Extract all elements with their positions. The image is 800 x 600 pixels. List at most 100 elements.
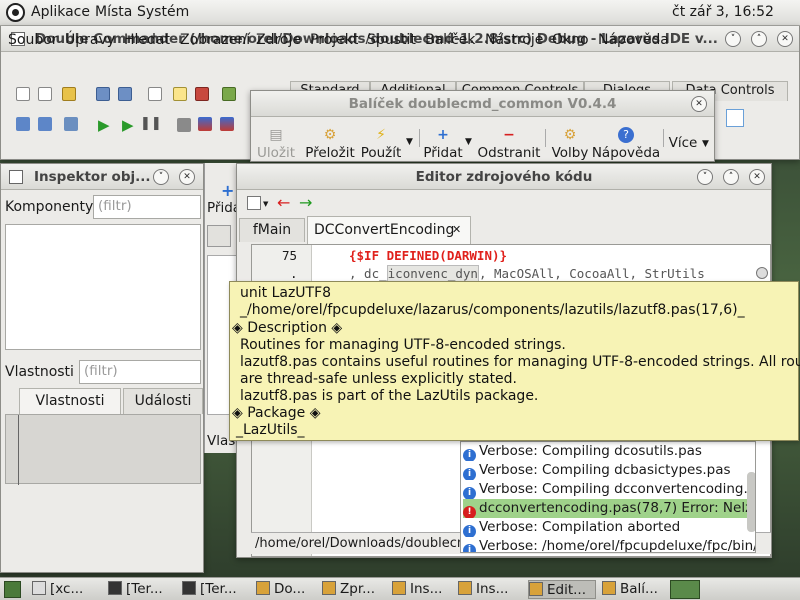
property-grid[interactable] xyxy=(5,414,201,485)
open-folder-icon[interactable] xyxy=(62,87,76,101)
step-into-icon[interactable] xyxy=(198,117,212,131)
remove-package-button[interactable]: − Odstranit xyxy=(477,127,541,161)
components-filter-input[interactable]: (filtr) xyxy=(93,195,201,219)
use-dropdown-icon[interactable]: ▼ xyxy=(406,137,413,147)
inspector-window-icon xyxy=(9,170,23,184)
use-package-button[interactable]: ⚡ Použít xyxy=(359,127,403,161)
new-file-icon[interactable] xyxy=(16,87,30,101)
message-row[interactable]: i Verbose: /home/orel/fpcupdeluxe/fpc/bin… xyxy=(463,537,755,552)
task-item-double-commander[interactable]: Do... xyxy=(256,580,316,599)
save-package-button[interactable]: ▤ Uložit xyxy=(255,127,297,161)
lazarus-task-icon xyxy=(392,581,406,595)
menu-window[interactable]: Okno xyxy=(552,32,589,48)
run-with-debug-icon[interactable]: ▶ xyxy=(98,116,110,134)
message-row[interactable]: i Verbose: Compiling dcbasictypes.pas xyxy=(463,461,755,480)
gnome-foot-icon[interactable] xyxy=(6,3,25,22)
task-item-package[interactable]: Balí... xyxy=(602,580,666,599)
more-dropdown-icon[interactable]: ▼ xyxy=(702,139,709,149)
info-icon: i xyxy=(463,449,476,461)
palette-component-icon[interactable] xyxy=(726,109,744,127)
new-form-icon[interactable] xyxy=(38,87,52,101)
options-gear-icon[interactable] xyxy=(64,117,78,131)
inspector-minimize-icon[interactable]: ˅ xyxy=(153,169,169,185)
view-units-icon[interactable] xyxy=(16,117,30,131)
folder-button[interactable] xyxy=(207,225,231,247)
menu-package[interactable]: Balíček xyxy=(425,32,475,48)
task-label: Ins... xyxy=(410,581,443,597)
inspector-close-icon[interactable]: ✕ xyxy=(179,169,195,185)
menu-project[interactable]: Projekt xyxy=(310,32,358,48)
toggle-form-icon[interactable] xyxy=(148,87,162,101)
palette-icon[interactable] xyxy=(222,87,236,101)
code-uses-rest: , MacOSAll, CocoaAll, StrUtils xyxy=(478,266,705,281)
find-icon[interactable] xyxy=(173,87,187,101)
message-row[interactable]: i Verbose: Compiling dcconvertencoding.pa… xyxy=(463,480,755,499)
hint-package-link[interactable]: _LazUtils_ xyxy=(236,422,305,438)
tab-close-icon[interactable]: ✕ xyxy=(452,217,461,243)
more-button[interactable]: Více xyxy=(665,135,701,151)
menu-applications[interactable]: Aplikace xyxy=(31,4,90,20)
message-row[interactable]: i Verbose: Compiling dcosutils.pas xyxy=(463,442,755,461)
menu-tools[interactable]: Nástroje xyxy=(485,32,543,48)
save-all-icon[interactable] xyxy=(118,87,132,101)
tab-events[interactable]: Události xyxy=(123,388,203,414)
show-desktop-icon[interactable] xyxy=(4,581,21,598)
task-item-inspector-1[interactable]: Ins... xyxy=(392,580,454,599)
compile-package-button[interactable]: ⚙ Přeložit xyxy=(301,127,359,161)
forward-arrow-icon[interactable]: → xyxy=(299,193,312,212)
menu-places[interactable]: Místa xyxy=(95,4,132,20)
tab-fmain[interactable]: fMain xyxy=(239,218,305,242)
task-item-messages[interactable]: Zpr... xyxy=(322,580,386,599)
tab-dcconvertencoding[interactable]: DCConvertEncoding ✕ xyxy=(307,216,471,244)
message-row-error[interactable]: ! dcconvertencoding.pas(78,7) Error: Nelz… xyxy=(463,499,755,518)
pause-icon[interactable]: ❚❚ xyxy=(140,116,162,131)
component-tree[interactable] xyxy=(5,224,201,350)
editor-menu-dropdown-icon[interactable]: ▼ xyxy=(263,200,268,208)
stop-icon[interactable] xyxy=(177,118,191,132)
package-title: Balíček doublecmd_common V0.4.4 xyxy=(251,91,714,117)
save-icon[interactable] xyxy=(96,87,110,101)
back-arrow-icon[interactable]: ← xyxy=(277,193,290,212)
messages-list[interactable]: i Verbose: Compiling dcosutils.pas i Verbo… xyxy=(460,441,756,553)
messages-scrollbar[interactable] xyxy=(747,472,755,532)
tab-properties[interactable]: Vlastnosti xyxy=(19,388,121,414)
menu-edit[interactable]: Úpravy xyxy=(65,32,115,48)
menu-help[interactable]: Nápověda xyxy=(598,32,669,48)
view-forms-icon[interactable] xyxy=(38,117,52,131)
package-close-icon[interactable]: ✕ xyxy=(691,96,707,112)
editor-menu-icon[interactable] xyxy=(247,196,261,210)
code-scrollbar-thumb[interactable] xyxy=(756,267,768,279)
task-item-editor[interactable]: Edit... xyxy=(528,580,596,599)
task-item-terminal-2[interactable]: [Ter... xyxy=(182,580,254,599)
run-icon[interactable]: ▶ xyxy=(122,116,134,134)
message-text: Verbose: Compiling dcosutils.pas xyxy=(479,443,702,459)
hint-path-link[interactable]: _/home/orel/fpcupdeluxe/lazarus/componen… xyxy=(240,302,745,318)
options-button[interactable]: ⚙ Volby xyxy=(549,127,591,161)
menu-run[interactable]: Spustit xyxy=(367,32,416,48)
tools-icon[interactable] xyxy=(195,87,209,101)
menu-system[interactable]: Systém xyxy=(137,4,189,20)
workspace-switcher[interactable] xyxy=(670,580,700,599)
add-dropdown-icon[interactable]: ▼ xyxy=(465,137,472,147)
task-label: Edit... xyxy=(547,582,587,598)
add-package-button[interactable]: + Přidat xyxy=(421,127,465,161)
menu-source[interactable]: Zdroje xyxy=(256,32,301,48)
editor-minimize-icon[interactable]: ˅ xyxy=(697,169,713,185)
menu-search[interactable]: Hledat xyxy=(124,32,170,48)
editor-maximize-icon[interactable]: ˄ xyxy=(723,169,739,185)
clock[interactable]: čt zář 3, 16:52 xyxy=(672,4,774,20)
code-uses-highlight: iconvenc_dyn xyxy=(386,265,479,282)
menu-file[interactable]: Soubor xyxy=(8,32,58,48)
task-item-terminal-1[interactable]: [Ter... xyxy=(108,580,180,599)
step-over-icon[interactable] xyxy=(220,117,234,131)
task-item-inspector-2[interactable]: Ins... xyxy=(458,580,520,599)
info-icon: i xyxy=(463,487,476,499)
help-button[interactable]: ? Nápověda xyxy=(591,127,661,161)
add-plus-icon[interactable]: + xyxy=(221,181,234,200)
message-row[interactable]: i Verbose: Compilation aborted xyxy=(463,518,755,537)
menu-view[interactable]: Zobrazení xyxy=(180,32,250,48)
task-item-xc[interactable]: [xc... xyxy=(32,580,96,599)
hint-description-line3: are thread-safe unless explicitly stated… xyxy=(240,371,518,387)
editor-close-icon[interactable]: ✕ xyxy=(749,169,765,185)
properties-filter-input[interactable]: (filtr) xyxy=(79,360,201,384)
